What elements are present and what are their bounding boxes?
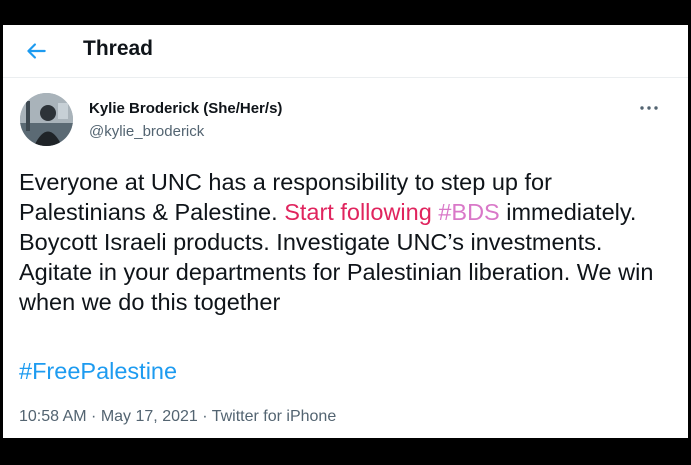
tweet-date[interactable]: May 17, 2021: [101, 408, 198, 425]
tweet-metadata: 10:58 AM · May 17, 2021 · Twitter for iP…: [19, 408, 336, 426]
thread-header: Thread: [3, 25, 688, 78]
free-palestine-hashtag-link[interactable]: #FreePalestine: [19, 358, 177, 385]
tweet-source[interactable]: Twitter for iPhone: [212, 408, 337, 425]
avatar[interactable]: [20, 93, 73, 146]
bds-hashtag-link[interactable]: #BDS: [438, 199, 499, 225]
arrow-left-icon[interactable]: [23, 38, 49, 64]
more-horizontal-icon[interactable]: [639, 103, 659, 113]
meta-separator: ·: [86, 408, 101, 425]
tweet-body: Everyone at UNC has a responsibility to …: [19, 167, 669, 317]
start-following-link[interactable]: Start following: [284, 199, 432, 225]
author-handle[interactable]: @kylie_broderick: [89, 123, 204, 140]
author-display-name[interactable]: Kylie Broderick (She/Her/s): [89, 100, 282, 117]
tweet-thread-window: Thread Kylie Broderick (She/Her/s) @kyli…: [3, 25, 688, 438]
avatar-photo-icon: [20, 93, 73, 146]
page-title: Thread: [83, 37, 154, 60]
tweet-time[interactable]: 10:58 AM: [19, 408, 87, 425]
meta-separator: ·: [197, 408, 212, 425]
